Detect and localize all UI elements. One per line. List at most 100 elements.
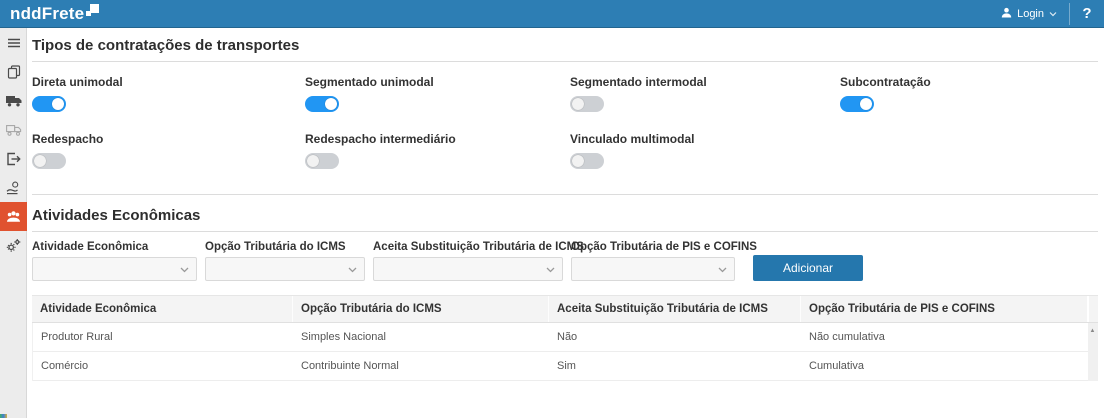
- switch-knob: [52, 98, 64, 110]
- cell-substituicao: Sim: [549, 352, 801, 380]
- sidebar-item-payments[interactable]: [0, 173, 27, 202]
- filter-opcao-icms: Opção Tributária do ICMS: [205, 240, 365, 281]
- pis-cofins-select[interactable]: [571, 257, 735, 281]
- toggle-switch-vinculado-multimodal[interactable]: [570, 153, 604, 169]
- filter-label: Atividade Econômica: [32, 240, 197, 254]
- filter-pis-cofins: Opção Tributária de PIS e COFINS: [571, 240, 735, 281]
- toggle-label: Redespacho intermediário: [305, 132, 570, 146]
- chevron-down-icon: [348, 260, 357, 278]
- toggle-switch-redespacho-intermediario[interactable]: [305, 153, 339, 169]
- cell-atividade: Comércio: [33, 352, 293, 380]
- user-icon: [1001, 7, 1012, 21]
- toggle-grid: Direta unimodal Segmentado unimodal Segm…: [32, 75, 1098, 169]
- column-header-atividade: Atividade Econômica: [32, 296, 292, 322]
- toggle-switch-direta-unimodal[interactable]: [32, 96, 66, 112]
- toggle-label: Direta unimodal: [32, 75, 305, 89]
- switch-knob: [572, 155, 584, 167]
- brand-mark-icon: [86, 4, 99, 22]
- substituicao-tributaria-icms-select[interactable]: [373, 257, 563, 281]
- switch-knob: [34, 155, 46, 167]
- cell-pis-cofins: Cumulativa: [801, 352, 1088, 380]
- switch-knob: [307, 155, 319, 167]
- sidebar-item-documents[interactable]: [0, 57, 27, 86]
- toggle-label: Segmentado intermodal: [570, 75, 840, 89]
- chevron-down-icon: [546, 260, 555, 278]
- toggle-switch-subcontratacao[interactable]: [840, 96, 874, 112]
- login-label: Login: [1017, 8, 1044, 20]
- table-header-scroll-cell: [1087, 296, 1098, 322]
- section-economic-activities: Atividades Econômicas Atividade Econômic…: [32, 195, 1098, 381]
- cell-substituicao: Não: [549, 323, 801, 351]
- section-title-activities: Atividades Econômicas: [32, 207, 1098, 225]
- toggle-label: Subcontratação: [840, 75, 1098, 89]
- cell-pis-cofins: Não cumulativa: [801, 323, 1088, 351]
- section-contracting-types: Tipos de contratações de transportes Dir…: [32, 28, 1098, 195]
- app-window: nddFrete Login ?: [0, 0, 1104, 418]
- table-body: Produtor Rural Simples Nacional Não Não …: [32, 323, 1098, 381]
- toggle-switch-segmentado-unimodal[interactable]: [305, 96, 339, 112]
- documents-icon: [7, 65, 21, 79]
- filter-label: Opção Tributária do ICMS: [205, 240, 365, 254]
- scroll-up-icon[interactable]: ▲: [1090, 323, 1096, 335]
- column-header-opcao-icms: Opção Tributária do ICMS: [292, 296, 548, 322]
- chevron-down-icon: [1049, 8, 1057, 20]
- toggle-switch-redespacho[interactable]: [32, 153, 66, 169]
- sidebar-item-settings[interactable]: [0, 231, 27, 260]
- hand-coin-icon: [6, 181, 21, 195]
- filter-substituicao-icms: Aceita Substituição Tributária de ICMS: [373, 240, 563, 281]
- cell-opcao-icms: Contribuinte Normal: [293, 352, 549, 380]
- filter-label: Opção Tributária de PIS e COFINS: [571, 240, 735, 254]
- table-header-row: Atividade Econômica Opção Tributária do …: [32, 295, 1098, 323]
- menu-icon: [7, 36, 21, 50]
- section-title-contracting: Tipos de contratações de transportes: [32, 37, 1098, 55]
- switch-knob: [572, 98, 584, 110]
- sidebar-item-economic-activities[interactable]: [0, 202, 27, 231]
- left-sidebar: [0, 28, 27, 418]
- title-divider: [32, 231, 1098, 232]
- toggle-redespacho-intermediario: Redespacho intermediário: [305, 132, 570, 169]
- title-divider: [32, 61, 1098, 62]
- column-header-pis-cofins: Opção Tributária de PIS e COFINS: [800, 296, 1087, 322]
- opcao-tributaria-icms-select[interactable]: [205, 257, 365, 281]
- toggle-segmentado-unimodal: Segmentado unimodal: [305, 75, 570, 112]
- filter-label: Aceita Substituição Tributária de ICMS: [373, 240, 563, 254]
- activities-table: Atividade Econômica Opção Tributária do …: [32, 295, 1098, 381]
- truck-icon: [6, 95, 22, 107]
- toggle-segmentado-intermodal: Segmentado intermodal: [570, 75, 840, 112]
- sidebar-item-truck-secondary[interactable]: [0, 115, 27, 144]
- sidebar-item-export[interactable]: [0, 144, 27, 173]
- toggle-switch-segmentado-intermodal[interactable]: [570, 96, 604, 112]
- activity-filters-row: Atividade Econômica Opção Tributária do …: [32, 240, 1098, 281]
- table-scrollbar[interactable]: ▲: [1088, 323, 1097, 381]
- filter-atividade-economica: Atividade Econômica: [32, 240, 197, 281]
- login-menu[interactable]: Login: [989, 0, 1069, 28]
- people-group-icon: [6, 210, 21, 223]
- corner-artifact: [0, 414, 7, 418]
- switch-knob: [860, 98, 872, 110]
- switch-knob: [325, 98, 337, 110]
- main-content: Tipos de contratações de transportes Dir…: [27, 28, 1104, 418]
- atividade-economica-select[interactable]: [32, 257, 197, 281]
- toggle-subcontratacao: Subcontratação: [840, 75, 1098, 112]
- sidebar-item-menu[interactable]: [0, 28, 27, 57]
- brand-name: nddFrete: [10, 2, 84, 26]
- toggle-label: Segmentado unimodal: [305, 75, 570, 89]
- add-button[interactable]: Adicionar: [753, 255, 863, 281]
- toggle-redespacho: Redespacho: [32, 132, 305, 169]
- table-row[interactable]: Produtor Rural Simples Nacional Não Não …: [33, 323, 1088, 352]
- cell-opcao-icms: Simples Nacional: [293, 323, 549, 351]
- cell-atividade: Produtor Rural: [33, 323, 293, 351]
- table-row[interactable]: Comércio Contribuinte Normal Sim Cumulat…: [33, 352, 1088, 381]
- toggle-label: Redespacho: [32, 132, 305, 146]
- toggle-label: Vinculado multimodal: [570, 132, 840, 146]
- brand-logo: nddFrete: [0, 2, 99, 26]
- toggle-direta-unimodal: Direta unimodal: [32, 75, 305, 112]
- gears-icon: [6, 238, 21, 253]
- export-icon: [6, 152, 21, 166]
- help-button[interactable]: ?: [1070, 0, 1104, 28]
- column-header-substituicao: Aceita Substituição Tributária de ICMS: [548, 296, 800, 322]
- sidebar-item-truck[interactable]: [0, 86, 27, 115]
- truck-outline-icon: [6, 124, 22, 136]
- chevron-down-icon: [180, 260, 189, 278]
- chevron-down-icon: [718, 260, 727, 278]
